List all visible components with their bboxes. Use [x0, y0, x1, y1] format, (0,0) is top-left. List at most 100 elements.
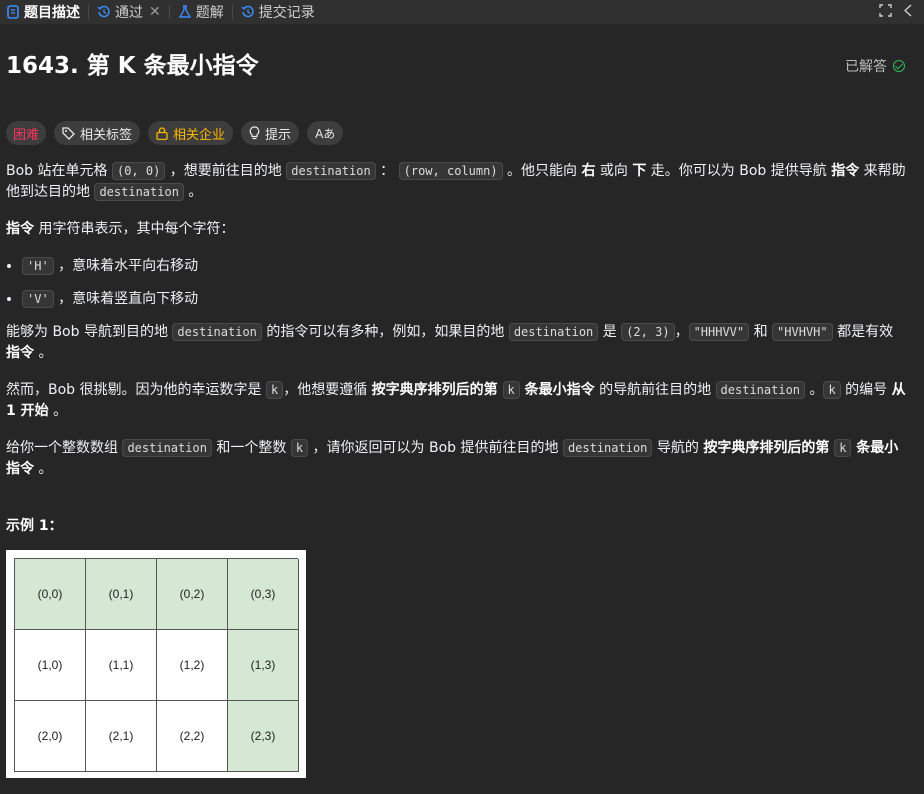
tab-submissions[interactable]: 提交记录 — [235, 0, 321, 24]
related-companies-label: 相关企业 — [173, 127, 226, 143]
grid-cell: (2,1) — [86, 701, 157, 772]
close-icon[interactable]: ✕ — [149, 4, 161, 20]
tab-accepted[interactable]: 通过 ✕ — [91, 0, 167, 24]
text: 。他只能向 — [502, 163, 582, 179]
inline-code: destination — [94, 183, 184, 201]
text: 。 — [34, 461, 53, 477]
font-size-button[interactable]: Aあ — [307, 121, 344, 145]
text: 的编号 — [840, 382, 892, 398]
example-grid: (0,0) (0,1) (0,2) (0,3) (1,0) (1,1) (1,2) (1,3)… — [14, 558, 299, 772]
hint-button[interactable]: 提示 — [241, 121, 300, 145]
text: ，请你返回可以为 Bob 提供前往目的地 — [308, 440, 563, 456]
bold-text: 指令 — [6, 345, 34, 361]
text: 。 — [34, 345, 53, 361]
bold-text: 条最小指令 — [519, 382, 595, 398]
text: 用字符串表示，其中每个字符： — [34, 221, 235, 237]
text: ， — [674, 324, 689, 340]
text: 和一个整数 — [211, 440, 291, 456]
history-icon — [97, 5, 111, 19]
bold-text: 按字典序排列后的第 — [703, 440, 835, 456]
problem-statement: Bob 站在单元格 (0, 0) ，想要前往目的地 destination ： … — [6, 161, 906, 496]
inline-code: destination — [562, 439, 653, 457]
tab-description[interactable]: 题目描述 — [0, 0, 86, 24]
grid-cell: (0,0) — [15, 559, 86, 630]
grid-cell: (2,3) — [228, 701, 299, 772]
paragraph: 能够为 Bob 导航到目的地 destination 的指令可以有多种，例如，如… — [6, 322, 906, 364]
related-companies-button[interactable]: 相关企业 — [148, 121, 234, 145]
inline-code: k — [290, 439, 309, 457]
grid-cell: (1,3) — [228, 630, 299, 701]
bold-text: 指令 — [831, 163, 860, 179]
grid-cell: (0,1) — [86, 559, 157, 630]
bold-text: 右 — [581, 163, 596, 179]
text: 的指令可以有多种，例如，如果目的地 — [261, 324, 509, 340]
inline-code: k — [834, 439, 852, 457]
tag-icon — [62, 126, 75, 140]
tab-bar: 题目描述 通过 ✕ 题解 提交记录 — [0, 0, 924, 24]
list-item: 'H' ，意味着水平向右移动 — [22, 256, 906, 277]
collapse-icon[interactable] — [903, 3, 912, 21]
related-tags-button[interactable]: 相关标签 — [54, 121, 141, 145]
description-icon — [6, 5, 20, 19]
inline-code: destination — [715, 381, 806, 399]
inline-code: (0, 0) — [111, 162, 166, 180]
check-circle-icon — [893, 60, 905, 72]
inline-code: "HVHVH" — [772, 323, 833, 341]
text: 和 — [749, 324, 773, 340]
title-row: 1643. 第 K 条最小指令 已解答 — [6, 24, 911, 80]
tab-divider — [168, 5, 170, 19]
inline-code: k — [823, 381, 841, 399]
tab-divider — [88, 5, 89, 19]
related-tags-label: 相关标签 — [80, 127, 133, 143]
grid-cell: (2,0) — [15, 701, 86, 772]
inline-code: k — [265, 381, 284, 399]
inline-code: k — [502, 381, 520, 399]
instruction-list: 'H' ，意味着水平向右移动 'V' ，意味着竖直向下移动 — [6, 256, 906, 310]
text: ，想要前往目的地 — [165, 163, 287, 179]
text: 。 — [183, 184, 203, 200]
grid-cell: (2,2) — [157, 701, 228, 772]
text: 或向 — [595, 163, 633, 179]
hint-label: 提示 — [265, 127, 292, 143]
inline-code: destination — [122, 439, 212, 457]
paragraph: Bob 站在单元格 (0, 0) ，想要前往目的地 destination ： … — [6, 161, 906, 203]
list-item: 'V' ，意味着竖直向下移动 — [22, 289, 906, 310]
text: ，他想要遵循 — [283, 382, 372, 398]
grid-cell: (1,1) — [86, 630, 157, 701]
text: ，意味着水平向右移动 — [53, 258, 199, 274]
inline-code: destination — [508, 323, 599, 341]
text: 是 — [598, 324, 622, 340]
fullscreen-icon[interactable] — [879, 3, 892, 21]
lightbulb-icon — [249, 126, 260, 140]
inline-code: (2, 3) — [621, 323, 675, 341]
tab-submissions-label: 提交记录 — [258, 5, 315, 21]
tab-divider — [231, 5, 233, 19]
tabbar-actions — [879, 0, 924, 24]
bold-text: 指令 — [6, 221, 34, 237]
problem-description-panel: 1643. 第 K 条最小指令 已解答 困难 相关标签 相关企业 提示 Aあ B… — [6, 24, 911, 778]
text: 。 — [48, 403, 68, 419]
grid-cell: (1,0) — [15, 630, 86, 701]
tab-accepted-label: 通过 — [115, 5, 143, 21]
tab-solutions[interactable]: 题解 — [172, 0, 230, 24]
paragraph: 给你一个整数数组 destination 和一个整数 k ，请你返回可以为 Bo… — [6, 438, 906, 480]
example-grid-image: (0,0) (0,1) (0,2) (0,3) (1,0) (1,1) (1,2) (1,3)… — [6, 550, 306, 778]
translate-icon: Aあ — [315, 126, 336, 141]
problem-title[interactable]: 1643. 第 K 条最小指令 — [6, 51, 259, 81]
text: 都是有效 — [832, 324, 894, 340]
tab-solutions-label: 题解 — [195, 5, 224, 21]
flask-icon — [178, 5, 192, 19]
paragraph: 然而，Bob 很挑剔。因为他的幸运数字是 k ，他想要遵循 按字典序排列后的第 k… — [6, 380, 906, 422]
bold-text: 按字典序排列后的第 — [371, 382, 503, 398]
difficulty-badge: 困难 — [6, 121, 47, 145]
inline-code: (row, column) — [398, 162, 503, 180]
text: 。 — [805, 382, 824, 398]
inline-code: "HHHVV" — [688, 323, 750, 341]
grid-cell: (0,3) — [228, 559, 299, 630]
tag-row: 困难 相关标签 相关企业 提示 Aあ — [6, 121, 351, 145]
inline-code: 'V' — [22, 290, 54, 308]
text: Bob 站在单元格 — [6, 163, 112, 179]
example-title: 示例 1： — [6, 518, 63, 534]
grid-cell: (0,2) — [157, 559, 228, 630]
text: ，意味着竖直向下移动 — [53, 291, 199, 307]
